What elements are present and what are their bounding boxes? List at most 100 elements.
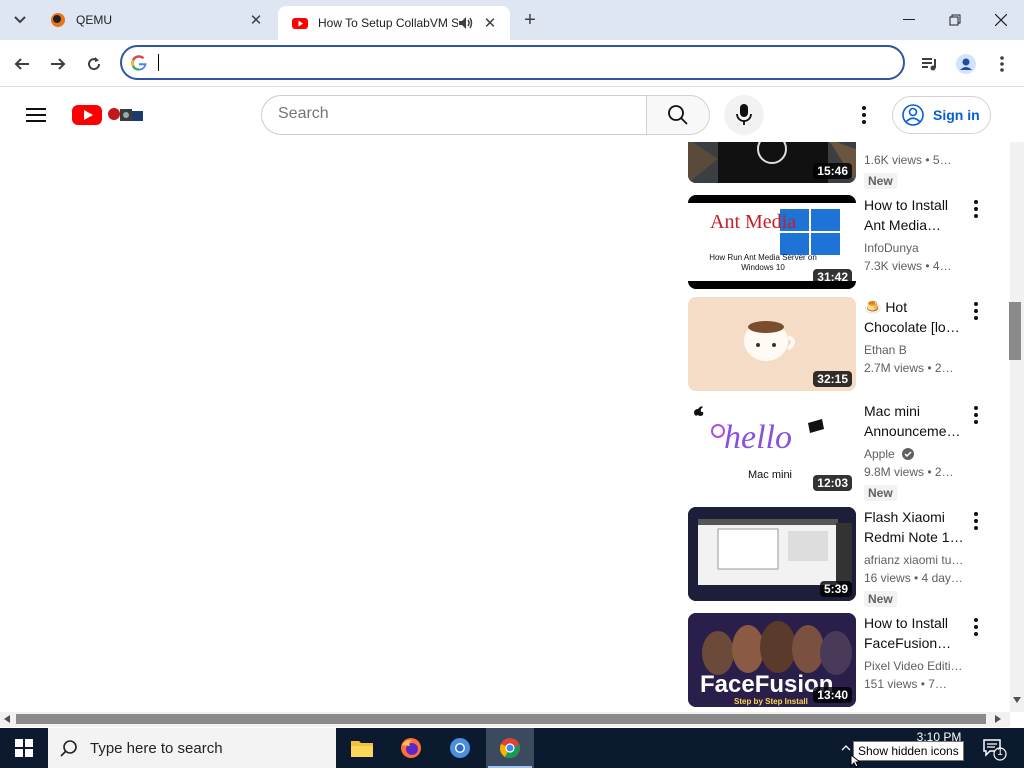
verified-badge-icon: [902, 448, 915, 460]
video-channel[interactable]: afrianz xiaomi tu…: [864, 553, 968, 567]
voice-search-button[interactable]: [724, 95, 764, 135]
scroll-right-arrow-icon[interactable]: [995, 715, 1001, 723]
video-title[interactable]: How to Install FaceFusion…: [864, 613, 968, 653]
video-thumbnail[interactable]: 15:46: [688, 142, 856, 183]
video-menu-button[interactable]: [972, 617, 980, 637]
video-duration: 5:39: [819, 581, 852, 597]
video-thumbnail[interactable]: Ant Media How Run Ant Media Server on Wi…: [688, 195, 856, 289]
tab-search-button[interactable]: [8, 8, 32, 32]
video-menu-button[interactable]: [972, 511, 980, 531]
microphone-icon: [736, 104, 752, 125]
related-video-item[interactable]: 15:46 1.6K views • 5… New: [688, 142, 998, 189]
tooltip: Show hidden icons: [853, 741, 964, 761]
taskbar-firefox[interactable]: [387, 728, 435, 768]
related-video-item[interactable]: 5:39 Flash Xiaomi Redmi Note 1… afrianz x…: [688, 507, 998, 607]
new-tab-button[interactable]: +: [518, 8, 542, 32]
search-icon: [60, 740, 77, 757]
address-bar[interactable]: [120, 45, 905, 80]
youtube-logo-icon[interactable]: [72, 105, 102, 125]
account-circle-icon: [902, 104, 924, 126]
close-tab-icon[interactable]: ✕: [480, 13, 500, 33]
video-menu-button[interactable]: [972, 301, 980, 321]
chrome-icon: [500, 738, 520, 759]
forward-button[interactable]: [44, 50, 72, 78]
thumbnail-caption: Mac mini: [748, 469, 793, 481]
scroll-down-arrow-icon[interactable]: [1013, 697, 1021, 703]
thumbnail-caption: Step by Step Install: [734, 697, 808, 706]
related-video-item[interactable]: hello Mac mini 12:03 Mac mini Announceme……: [688, 401, 998, 501]
related-video-item[interactable]: Ant Media How Run Ant Media Server on Wi…: [688, 195, 998, 291]
minimize-button[interactable]: [886, 0, 932, 40]
vertical-scrollbar[interactable]: [1010, 142, 1024, 712]
related-video-item[interactable]: FaceFusion Step by Step Install 13:40 Ho…: [688, 613, 998, 709]
watch-page-content: 15:46 1.6K views • 5… New Ant Media How …: [0, 142, 1010, 712]
taskbar-chromium[interactable]: [436, 728, 484, 768]
video-thumbnail[interactable]: hello Mac mini 12:03: [688, 401, 856, 495]
video-channel[interactable]: Apple: [864, 447, 968, 461]
video-meta: 1.6K views • 5…: [864, 153, 952, 167]
video-duration: 15:46: [813, 163, 852, 179]
related-video-item[interactable]: 32:15 🍮 Hot Chocolate [lo… Ethan B 2.7M v…: [688, 297, 998, 393]
minimize-icon: [903, 19, 915, 20]
profile-button[interactable]: [952, 50, 980, 78]
thumbnail-logo-text: Ant Media: [710, 211, 797, 233]
video-title[interactable]: Mac mini Announceme…: [864, 401, 968, 441]
browser-menu-button[interactable]: [988, 50, 1016, 78]
video-title[interactable]: Flash Xiaomi Redmi Note 1…: [864, 507, 968, 547]
chevron-down-icon: [14, 16, 26, 24]
reload-button[interactable]: [80, 50, 108, 78]
thumbnail-hello-text: hello: [724, 419, 792, 456]
video-thumbnail[interactable]: 5:39: [688, 507, 856, 601]
start-button[interactable]: [0, 728, 48, 768]
taskbar-file-explorer[interactable]: [338, 728, 386, 768]
video-menu-button[interactable]: [972, 405, 980, 425]
video-meta: 16 views • 4 day…: [864, 571, 963, 585]
vertical-scrollbar-thumb[interactable]: [1009, 302, 1021, 360]
scroll-left-arrow-icon[interactable]: [4, 715, 10, 723]
video-channel[interactable]: Ethan B: [864, 343, 968, 357]
video-channel[interactable]: Pixel Video Editin…: [864, 659, 968, 673]
video-title[interactable]: How to Install Ant Media…: [864, 195, 968, 235]
youtube-doodle-camera-icon[interactable]: [106, 102, 144, 126]
video-duration: 32:15: [813, 371, 852, 387]
new-badge: New: [864, 173, 897, 189]
windows-logo-icon: [15, 739, 33, 757]
video-title[interactable]: 🍮 Hot Chocolate [lo…: [864, 297, 968, 337]
close-tab-icon[interactable]: ✕: [246, 10, 266, 30]
arrow-left-icon: [14, 58, 29, 70]
audio-playing-icon[interactable]: [458, 16, 474, 30]
search-input[interactable]: [278, 105, 628, 123]
search-button[interactable]: [646, 95, 710, 135]
video-meta: 7.3K views • 4…: [864, 259, 952, 273]
video-thumbnail[interactable]: FaceFusion Step by Step Install 13:40: [688, 613, 856, 707]
video-duration: 12:03: [813, 475, 852, 491]
google-g-icon: [131, 55, 147, 71]
sign-in-label: Sign in: [933, 107, 980, 123]
horizontal-scrollbar-thumb[interactable]: [16, 714, 986, 724]
video-meta: 9.8M views • 2…: [864, 465, 954, 479]
hamburger-menu-icon[interactable]: [24, 104, 48, 126]
video-duration: 31:42: [813, 269, 852, 285]
video-menu-button[interactable]: [972, 199, 980, 219]
qemu-favicon-icon: [51, 13, 65, 27]
playlist-music-icon: [922, 58, 936, 71]
profile-avatar-icon: [956, 54, 976, 74]
video-channel[interactable]: InfoDunya: [864, 241, 968, 255]
notification-center-button[interactable]: 1: [980, 734, 1008, 762]
arrow-right-icon: [51, 58, 66, 70]
notification-count: 1: [997, 747, 1003, 758]
taskbar-chrome[interactable]: [486, 728, 534, 768]
address-input[interactable]: [162, 53, 862, 73]
close-window-button[interactable]: [978, 0, 1024, 40]
sign-in-button[interactable]: Sign in: [892, 96, 991, 134]
taskbar-search-box[interactable]: Type here to search: [48, 728, 336, 768]
settings-menu-button[interactable]: [852, 102, 876, 128]
mouse-cursor-icon: [850, 754, 862, 768]
reload-icon: [88, 57, 101, 71]
tab-qemu[interactable]: QEMU ✕: [36, 4, 276, 36]
media-controls-button[interactable]: [916, 50, 944, 78]
video-thumbnail[interactable]: 32:15: [688, 297, 856, 391]
tab-youtube[interactable]: How To Setup CollabVM Se ✕: [278, 6, 510, 40]
restore-button[interactable]: [932, 0, 978, 40]
back-button[interactable]: [8, 50, 36, 78]
